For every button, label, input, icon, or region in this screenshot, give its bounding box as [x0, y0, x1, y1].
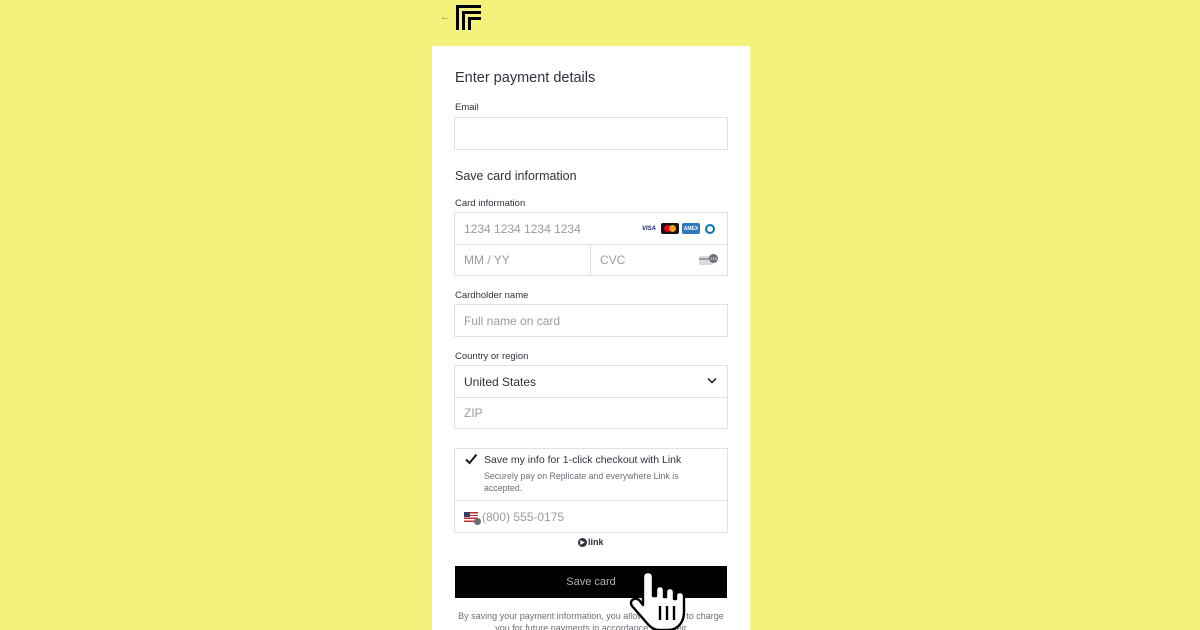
cvc-badge: 123	[709, 253, 718, 263]
link-optin-checkbox[interactable]	[464, 452, 478, 466]
link-optin-group: Save my info for 1-click checkout with L…	[454, 448, 728, 533]
cardholder-input[interactable]: Full name on card	[454, 304, 728, 337]
expiry-input[interactable]: MM / YY	[455, 245, 591, 275]
country-value: United States	[464, 374, 537, 389]
link-brand: ▶ link	[578, 537, 604, 547]
amex-icon: AMEX	[682, 223, 700, 234]
link-optin-title: Save my info for 1-click checkout with L…	[484, 454, 682, 466]
card-number-placeholder: 1234 1234 1234 1234	[464, 221, 581, 236]
card-number-input[interactable]: 1234 1234 1234 1234 VISA AMEX	[455, 213, 727, 244]
link-optin-text: Save my info for 1-click checkout with L…	[455, 449, 727, 500]
top-bar: ←	[440, 4, 481, 30]
cvc-input[interactable]: CVC 123	[591, 245, 727, 275]
replicate-logo[interactable]	[455, 4, 481, 30]
section-title: Save card information	[455, 169, 577, 183]
address-group: United States ZIP	[454, 365, 728, 429]
link-optin-subtitle: Securely pay on Replicate and everywhere…	[484, 471, 679, 493]
form-title: Enter payment details	[455, 70, 596, 86]
card-info-label: Card information	[455, 198, 526, 209]
expiry-placeholder: MM / YY	[464, 253, 510, 267]
country-select[interactable]: United States	[455, 366, 727, 397]
arrow-left-icon[interactable]: ←	[440, 11, 454, 23]
zip-input[interactable]: ZIP	[455, 397, 727, 428]
card-info-group: 1234 1234 1234 1234 VISA AMEX MM / YY CV…	[454, 212, 728, 276]
visa-icon: VISA	[641, 225, 656, 232]
us-flag-icon	[464, 511, 481, 525]
email-label: Email	[455, 102, 479, 113]
hand-pointer-cursor-icon	[629, 570, 686, 630]
diners-icon	[703, 223, 717, 234]
card-brands: VISA AMEX	[640, 223, 717, 234]
phone-input[interactable]: (800) 555-0175	[455, 500, 727, 532]
mastercard-icon	[661, 223, 679, 234]
country-label: Country or region	[455, 351, 529, 362]
cardholder-placeholder: Full name on card	[464, 313, 561, 328]
link-brand-label: link	[588, 537, 604, 547]
phone-placeholder: (800) 555-0175	[482, 509, 565, 524]
email-field[interactable]	[454, 117, 728, 150]
cvc-card-icon: 123	[699, 253, 718, 266]
cardholder-label: Cardholder name	[455, 290, 529, 301]
chevron-down-icon	[707, 376, 717, 387]
zip-placeholder: ZIP	[464, 406, 483, 420]
link-arrow-icon: ▶	[578, 537, 587, 547]
cvc-placeholder: CVC	[600, 253, 626, 267]
